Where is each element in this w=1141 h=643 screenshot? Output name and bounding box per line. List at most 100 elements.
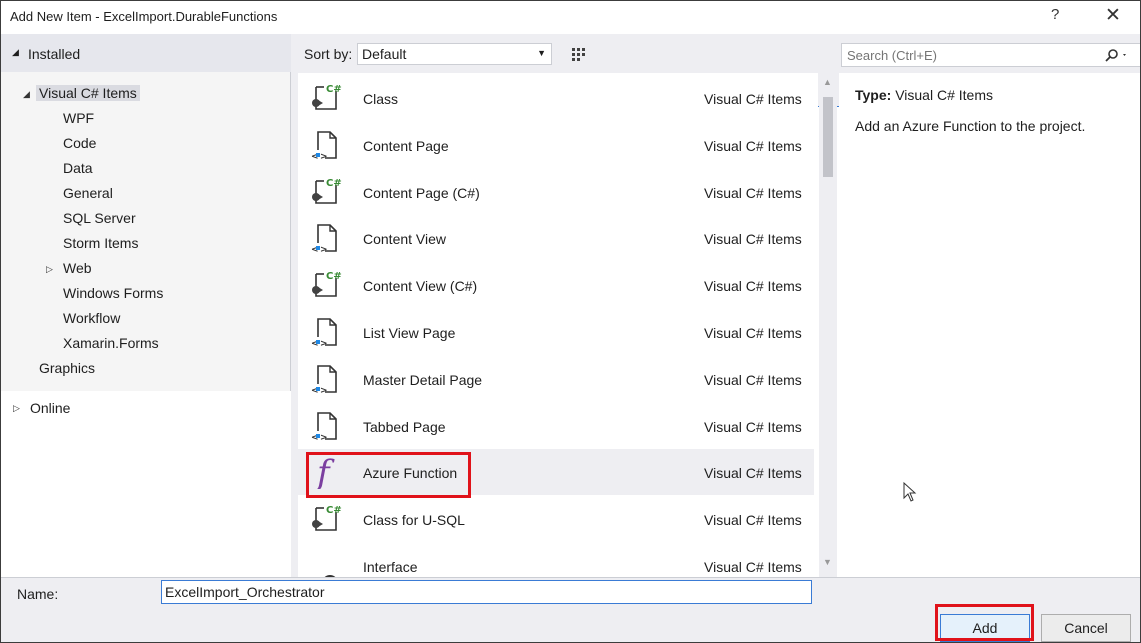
template-name: Azure Function (363, 465, 458, 482)
window-title: Add New Item - ExcelImport.DurableFuncti… (10, 9, 278, 24)
scroll-up-icon[interactable]: ▲ (823, 77, 832, 87)
csharp-class-icon: C# (308, 502, 348, 536)
template-row[interactable]: < > Content Page Visual C# Items (298, 122, 814, 168)
template-category: Visual C# Items (704, 231, 802, 248)
tree-item-general[interactable]: General (63, 185, 113, 201)
svg-text:C#: C# (326, 178, 342, 189)
sort-label: Sort by: (304, 46, 353, 62)
close-button[interactable]: ✕ (1105, 4, 1121, 27)
svg-text:>: > (320, 245, 328, 255)
tree-item-windows-forms[interactable]: Windows Forms (63, 285, 163, 301)
bottom-bar: Name: Add Cancel (1, 577, 1140, 642)
template-name: Content Page (363, 137, 449, 154)
tree-item-xamarin-forms[interactable]: Xamarin.Forms (63, 335, 159, 351)
interface-icon (308, 549, 348, 577)
svg-text:f: f (314, 455, 335, 489)
svg-text:C#: C# (326, 271, 342, 282)
tree-item-web[interactable]: Web (63, 260, 92, 276)
mouse-cursor-icon (903, 481, 917, 502)
search-input[interactable] (847, 45, 1087, 65)
tree-item-code[interactable]: Code (63, 135, 96, 151)
name-label: Name: (17, 586, 59, 602)
sort-value: Default (362, 46, 407, 62)
online-section: ▷ Online (1, 391, 291, 577)
small-icons-icon (572, 48, 585, 61)
template-tree-panel: ◢ Installed ◢ Visual C# Items WPF Code D… (1, 34, 291, 577)
template-row[interactable]: C# Content View (C#) Visual C# Items (298, 262, 814, 308)
template-list: C# Class Visual C# Items < > Content Page Visu… (298, 73, 818, 577)
installed-header[interactable]: ◢ Installed (1, 34, 291, 72)
template-row[interactable]: C# Content Page (C#) Visual C# Items (298, 169, 814, 215)
xaml-page-icon: < > (308, 315, 348, 349)
tree-item-sql-server[interactable]: SQL Server (63, 210, 136, 226)
template-row[interactable]: C# Class for U-SQL Visual C# Items (298, 496, 814, 542)
type-label: Type: (855, 87, 892, 103)
type-value: Visual C# Items (895, 87, 993, 103)
svg-text:C#: C# (326, 505, 342, 516)
csharp-class-icon: C# (308, 268, 348, 302)
search-icon[interactable] (1098, 46, 1130, 64)
template-name: Master Detail Page (363, 371, 483, 388)
xaml-page-icon: < > (308, 221, 348, 255)
template-category: Visual C# Items (704, 418, 802, 435)
tree-item-online[interactable]: Online (30, 400, 70, 416)
title-bar: Add New Item - ExcelImport.DurableFuncti… (1, 1, 1140, 34)
collapse-arrow-icon[interactable]: ◢ (23, 89, 30, 100)
add-new-item-dialog: Add New Item - ExcelImport.DurableFuncti… (0, 0, 1141, 643)
expand-arrow-icon[interactable]: ▷ (46, 264, 53, 275)
tree-item-graphics[interactable]: Graphics (39, 360, 95, 376)
sort-select[interactable]: Default ▼ (357, 43, 552, 65)
csharp-class-icon: C# (308, 175, 348, 209)
template-name: Content View (C#) (363, 278, 478, 295)
template-row[interactable]: < > Tabbed Page Visual C# Items (298, 403, 814, 449)
collapse-arrow-icon[interactable]: ◢ (12, 47, 19, 58)
cancel-button[interactable]: Cancel (1041, 614, 1131, 642)
template-category: Visual C# Items (704, 371, 802, 388)
small-icons-view-button[interactable] (566, 42, 590, 66)
template-name: Content View (363, 231, 447, 248)
template-name: List View Page (363, 325, 456, 341)
csharp-class-icon: C# (308, 81, 348, 115)
template-name: Interface (363, 559, 418, 575)
template-category: Visual C# Items (704, 91, 802, 107)
svg-text:>: > (320, 433, 328, 443)
list-scrollbar[interactable]: ▲ ▼ (819, 73, 837, 577)
name-input[interactable] (161, 580, 812, 604)
chevron-down-icon: ▼ (537, 48, 546, 58)
installed-label: Installed (28, 46, 81, 62)
template-category: Visual C# Items (704, 465, 802, 482)
template-name: Class (363, 91, 399, 107)
scroll-thumb[interactable] (823, 97, 833, 177)
template-name: Tabbed Page (363, 418, 446, 435)
expand-arrow-icon[interactable]: ▷ (13, 403, 20, 414)
add-button[interactable]: Add (940, 614, 1030, 642)
azure-function-icon: f (308, 453, 348, 493)
template-row[interactable]: < > Content View Visual C# Items (298, 215, 814, 261)
tree-item-workflow[interactable]: Workflow (63, 310, 120, 326)
template-description: Add an Azure Function to the project. (855, 118, 1086, 134)
template-name: Content Page (C#) (363, 184, 480, 201)
xaml-page-icon: < > (308, 128, 348, 162)
template-category: Visual C# Items (704, 559, 802, 575)
svg-text:>: > (320, 339, 328, 349)
template-row[interactable]: < > List View Page Visual C# Items (298, 309, 814, 355)
svg-text:C#: C# (326, 84, 342, 95)
scroll-down-icon[interactable]: ▼ (823, 557, 832, 567)
tree-item-wpf[interactable]: WPF (63, 110, 94, 126)
template-row[interactable]: Interface Visual C# Items (298, 543, 814, 577)
help-button[interactable]: ? (1051, 6, 1059, 23)
search-box[interactable] (841, 43, 1140, 67)
tree-item-data[interactable]: Data (63, 160, 93, 176)
template-row[interactable]: f Azure Function Visual C# Items (298, 449, 814, 496)
xaml-page-icon: < > (308, 409, 348, 443)
type-line: Type: Visual C# Items (855, 87, 993, 103)
tree-item-storm-items[interactable]: Storm Items (63, 235, 138, 251)
template-row[interactable]: C# Class Visual C# Items (298, 75, 814, 121)
sort-toolbar: Sort by: Default ▼ (292, 34, 1110, 610)
template-name: Class for U-SQL (363, 512, 465, 529)
template-category: Visual C# Items (704, 512, 802, 529)
xaml-page-icon: < > (308, 362, 348, 396)
template-row[interactable]: < > Master Detail Page Visual C# Items (298, 356, 814, 402)
template-category: Visual C# Items (704, 184, 802, 201)
tree-item-visual-csharp[interactable]: Visual C# Items (36, 85, 140, 101)
